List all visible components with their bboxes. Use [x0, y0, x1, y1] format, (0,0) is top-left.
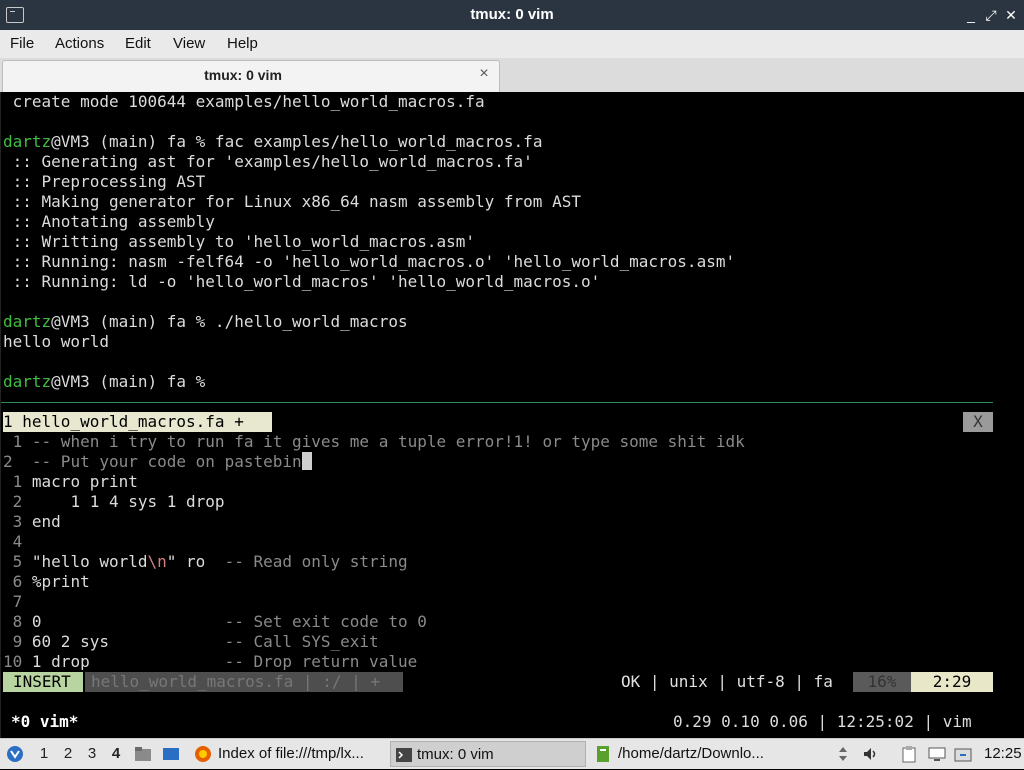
menu-actions[interactable]: Actions	[55, 30, 104, 58]
maximize-button[interactable]: ⤢	[982, 6, 1000, 24]
display-icon[interactable]	[928, 745, 946, 763]
clock[interactable]: 12:25	[984, 739, 1022, 769]
vim-line: 2 1 1 4 sys 1 drop	[3, 492, 225, 511]
shell-line: :: Running: nasm -felf64 -o 'hello_world…	[3, 252, 736, 271]
vim-mode-indicator: INSERT	[3, 672, 83, 692]
window-titlebar[interactable]: tmux: 0 vim _ ⤢ ✕	[0, 0, 1024, 30]
shell-prompt-line: dartz@VM3 (main) fa % ./hello_world_macr…	[3, 312, 408, 331]
shell-prompt-line: dartz@VM3 (main) fa %	[3, 372, 206, 391]
tab-label: tmux: 0 vim	[204, 67, 282, 83]
menu-help[interactable]: Help	[227, 30, 258, 58]
workspace-3[interactable]: 3	[84, 739, 100, 769]
prompt-user: dartz	[3, 132, 52, 151]
vim-buffer-tab[interactable]: 1 hello_world_macros.fa +	[3, 412, 272, 432]
shell-line: :: Writting assembly to 'hello_world_mac…	[3, 232, 476, 251]
task-file-manager[interactable]: /home/dartz/Downlo...	[590, 741, 786, 767]
minimize-button[interactable]: _	[962, 6, 980, 24]
file-manager-icon	[597, 746, 609, 762]
vim-line: 5 "hello world\n" ro -- Read only string	[3, 552, 408, 571]
task-terminal[interactable]: tmux: 0 vim	[390, 741, 586, 767]
workspace-2[interactable]: 2	[60, 739, 76, 769]
vim-status-info: OK | unix | utf-8 | fa	[621, 672, 833, 691]
vim-buffer-close-button[interactable]: X	[963, 412, 993, 432]
shell-line: create mode 100644 examples/hello_world_…	[3, 92, 485, 111]
menu-file[interactable]: File	[10, 30, 34, 58]
text-cursor	[301, 452, 312, 470]
terminal-tab[interactable]: tmux: 0 vim ×	[2, 60, 500, 92]
vim-line: 10 1 drop -- Drop return value	[3, 652, 418, 670]
task-label: tmux: 0 vim	[417, 746, 494, 763]
vim-line: 1 macro print	[3, 472, 138, 491]
vim-line: 6 %print	[3, 572, 90, 591]
vim-line: 8 0 -- Set exit code to 0	[3, 612, 427, 631]
clipboard-icon[interactable]	[900, 745, 918, 763]
menu-edit[interactable]: Edit	[125, 30, 151, 58]
shell-line: :: Preprocessing AST	[3, 172, 206, 191]
taskbar: 1 2 3 4 Index of file:///tmp/lx... tmux:…	[0, 738, 1024, 769]
scroll-icon[interactable]	[834, 745, 852, 763]
tmux-status-right: 0.29 0.10 0.06 | 12:25:02 | vim	[673, 712, 972, 731]
close-window-button[interactable]: ✕	[1002, 6, 1020, 24]
file-manager-launcher-icon[interactable]	[134, 745, 152, 763]
vim-status-percent: 16%	[853, 672, 911, 692]
shell-line: :: Running: ld -o 'hello_world_macros' '…	[3, 272, 601, 291]
vim-line: 4	[3, 532, 32, 551]
window-title: tmux: 0 vim	[470, 6, 554, 23]
show-desktop-icon[interactable]	[162, 745, 180, 763]
menu-view[interactable]: View	[173, 30, 205, 58]
vim-status-filename: hello_world_macros.fa | :/ | +	[85, 672, 403, 692]
vim-line: 7	[3, 592, 32, 611]
vim-status-position: 2:29	[911, 672, 993, 692]
workspace-4[interactable]: 4	[108, 739, 124, 769]
shell-line: :: Making generator for Linux x86_64 nas…	[3, 192, 581, 211]
task-label: Index of file:///tmp/lx...	[218, 745, 364, 762]
vim-line: 1 -- when i try to run fa it gives me a …	[3, 432, 745, 451]
network-icon[interactable]	[954, 745, 972, 763]
terminal-icon	[396, 748, 412, 762]
start-menu-icon[interactable]	[6, 745, 24, 763]
task-firefox[interactable]: Index of file:///tmp/lx...	[190, 741, 386, 767]
menu-bar: File Actions Edit View Help	[0, 30, 1024, 59]
tab-close-icon[interactable]: ×	[477, 65, 491, 83]
volume-icon[interactable]	[862, 745, 880, 763]
firefox-icon	[195, 746, 211, 762]
terminal-area[interactable]: create mode 100644 examples/hello_world_…	[0, 92, 1024, 738]
vim-line: 2 -- Put your code on pastebin	[3, 452, 312, 472]
tmux-pane-divider[interactable]	[1, 402, 993, 403]
shell-line: hello world	[3, 332, 109, 351]
task-label: /home/dartz/Downlo...	[618, 745, 764, 762]
workspace-1[interactable]: 1	[36, 739, 52, 769]
shell-prompt-line: dartz@VM3 (main) fa % fac examples/hello…	[3, 132, 543, 151]
tab-bar: tmux: 0 vim ×	[0, 58, 1024, 93]
vim-line: 3 end	[3, 512, 61, 531]
vim-line: 9 60 2 sys -- Call SYS_exit	[3, 632, 379, 651]
shell-line: :: Anotating assembly	[3, 212, 215, 231]
shell-line: :: Generating ast for 'examples/hello_wo…	[3, 152, 533, 171]
tmux-window-list[interactable]: *0 vim*	[11, 712, 78, 732]
